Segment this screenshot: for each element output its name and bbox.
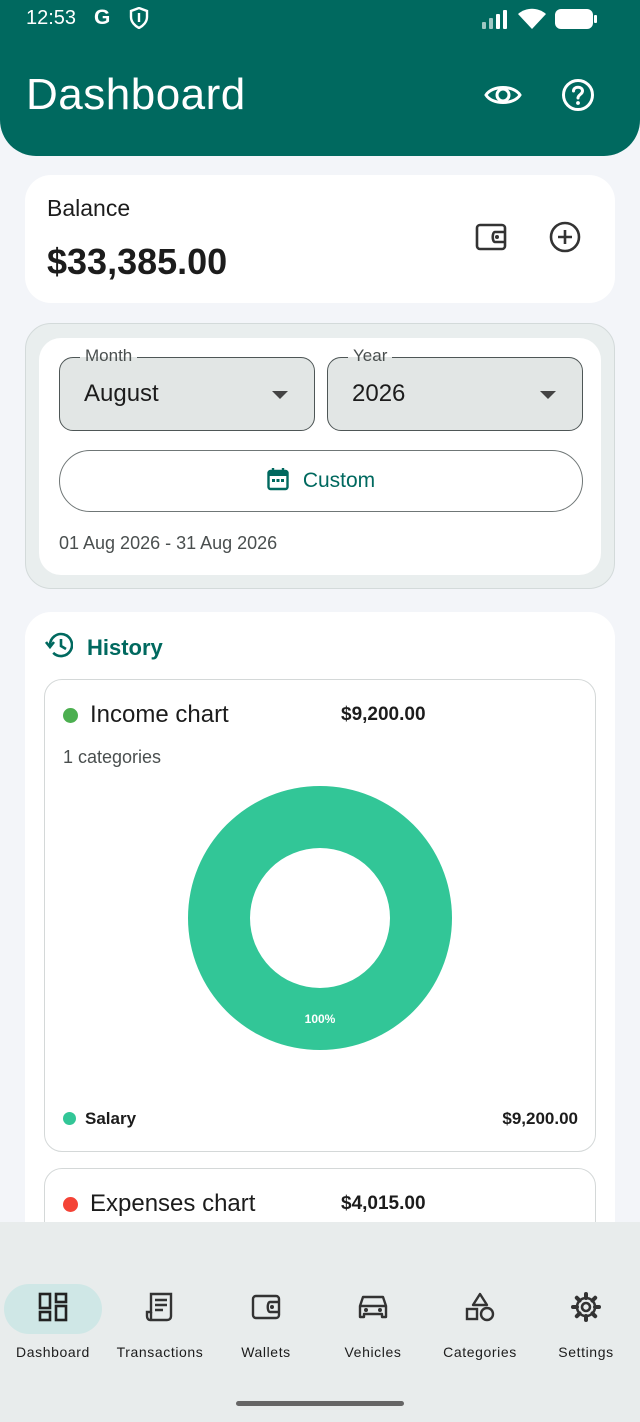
- donut-slice-salary[interactable]: [188, 786, 452, 1050]
- balance-label: Balance: [47, 195, 131, 221]
- shield-icon: [129, 6, 149, 34]
- bottom-navigation: Dashboard Transactions Wallets Vehicles: [0, 1222, 640, 1422]
- home-indicator[interactable]: [236, 1401, 404, 1406]
- legend-dot: [63, 1112, 76, 1125]
- google-icon: G: [94, 6, 111, 29]
- gear-icon: [570, 1291, 602, 1328]
- receipt-icon: [145, 1292, 175, 1327]
- nav-label-categories: Categories: [443, 1344, 517, 1360]
- nav-vehicles[interactable]: Vehicles: [320, 1284, 426, 1364]
- year-label: Year: [348, 346, 393, 366]
- income-chart-title: Income chart: [90, 701, 229, 728]
- income-donut-chart: 100%: [188, 786, 452, 1050]
- month-value: August: [84, 380, 159, 407]
- wallet-icon: [251, 1293, 281, 1326]
- income-dot: [63, 708, 78, 723]
- custom-range-button[interactable]: Custom: [59, 450, 583, 512]
- legend-label-salary: Salary: [85, 1109, 137, 1128]
- visibility-button[interactable]: [482, 76, 524, 118]
- nav-label-dashboard: Dashboard: [16, 1344, 90, 1360]
- nav-dashboard[interactable]: Dashboard: [0, 1284, 106, 1364]
- nav-icon-wrap: [217, 1284, 315, 1334]
- nav-icon-wrap: [324, 1284, 422, 1334]
- expenses-chart-total: $4,015.00: [341, 1193, 426, 1214]
- nav-active-indicator: [4, 1284, 102, 1334]
- expenses-dot: [63, 1197, 78, 1212]
- nav-label-transactions: Transactions: [116, 1344, 204, 1360]
- wallet-icon: [475, 222, 507, 257]
- income-chart-card[interactable]: Income chart $9,200.00 1 categories 100%…: [44, 679, 596, 1152]
- dropdown-arrow-icon: [540, 391, 556, 399]
- nav-settings[interactable]: Settings: [533, 1284, 639, 1364]
- dashboard-icon: [38, 1292, 68, 1327]
- signal-icon: [482, 9, 510, 34]
- dropdown-arrow-icon: [272, 391, 288, 399]
- period-filter-panel: Month August Year 2026 Custom 01 Aug 202…: [39, 338, 601, 575]
- wallets-button[interactable]: [471, 219, 511, 259]
- nav-icon-wrap: [537, 1284, 635, 1334]
- eye-icon: [484, 82, 522, 113]
- balance-value: $33,385.00: [47, 241, 228, 282]
- page-title: Dashboard: [26, 70, 246, 119]
- expenses-chart-title: Expenses chart: [90, 1190, 256, 1217]
- year-select[interactable]: Year 2026: [327, 346, 583, 431]
- donut-percent-label: 100%: [305, 1012, 336, 1026]
- history-icon: [44, 632, 74, 663]
- period-filter-card: Month August Year 2026 Custom 01 Aug 202…: [25, 323, 615, 589]
- status-bar: 12:53 G: [0, 0, 640, 40]
- history-card: History Income chart $9,200.00 1 categor…: [25, 612, 615, 1312]
- income-categories-count: 1 categories: [63, 747, 162, 767]
- add-transaction-button[interactable]: [545, 219, 585, 259]
- nav-label-vehicles: Vehicles: [344, 1344, 402, 1360]
- nav-label-settings: Settings: [558, 1344, 614, 1360]
- shapes-icon: [464, 1292, 496, 1327]
- wifi-icon: [518, 8, 546, 35]
- nav-icon-wrap: [111, 1284, 209, 1334]
- nav-categories[interactable]: Categories: [427, 1284, 533, 1364]
- nav-icon-wrap: [431, 1284, 529, 1334]
- status-time: 12:53: [26, 7, 77, 29]
- year-value: 2026: [352, 380, 406, 407]
- balance-card: Balance $33,385.00: [25, 175, 615, 303]
- date-range-text: 01 Aug 2026 - 31 Aug 2026: [59, 533, 278, 553]
- custom-button-label: Custom: [302, 469, 376, 492]
- add-circle-icon: [549, 221, 581, 258]
- calendar-icon: [267, 467, 289, 496]
- month-select[interactable]: Month August: [59, 346, 315, 431]
- legend-value-salary: $9,200.00: [502, 1109, 578, 1128]
- history-title: History: [87, 634, 163, 660]
- nav-transactions[interactable]: Transactions: [107, 1284, 213, 1364]
- income-chart-total: $9,200.00: [341, 704, 426, 725]
- nav-wallets[interactable]: Wallets: [213, 1284, 319, 1364]
- app-header: 12:53 G Dashboard: [0, 0, 640, 156]
- battery-icon: [554, 8, 598, 35]
- nav-label-wallets: Wallets: [241, 1344, 291, 1360]
- month-label: Month: [80, 346, 138, 366]
- help-button[interactable]: [557, 76, 599, 118]
- help-icon: [561, 78, 595, 117]
- car-icon: [357, 1293, 389, 1326]
- history-header: History: [44, 632, 163, 663]
